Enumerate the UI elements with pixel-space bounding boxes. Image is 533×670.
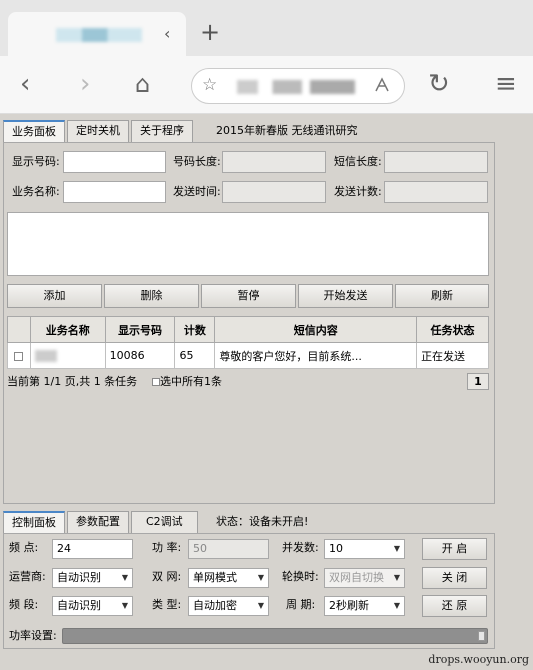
browser-toolbar: ‹ › ⌂ ☆ ↻ ≡	[0, 56, 533, 114]
browser-tab[interactable]: ‹	[8, 12, 186, 56]
switch-time-label: 轮换时:	[282, 570, 319, 583]
sms-length-label: 短信长度:	[334, 155, 382, 168]
cell-display-number: 10086	[104, 342, 176, 369]
new-tab-icon[interactable]: +	[200, 18, 220, 46]
send-count-field	[384, 181, 488, 203]
dropdown-arrow-icon: ▼	[257, 573, 264, 582]
bottom-tabs: 控制面板 参数配置 C2调试	[3, 511, 200, 533]
operator-label: 运营商:	[9, 570, 46, 583]
open-button[interactable]: 开 启	[422, 538, 487, 560]
url-text-blurred	[237, 80, 355, 94]
tab-control-panel[interactable]: 控制面板	[3, 511, 65, 533]
concurrency-label: 并发数:	[282, 541, 319, 554]
dropdown-arrow-icon: ▼	[121, 573, 128, 582]
number-length-label: 号码长度:	[173, 155, 221, 168]
tab-c2-debug[interactable]: C2调试	[131, 511, 198, 533]
start-send-button[interactable]: 开始发送	[298, 284, 393, 308]
cell-task-status: 正在发送	[416, 342, 489, 369]
select-all-label: 选中所有1条	[160, 375, 222, 388]
band-label: 频 段:	[9, 598, 39, 611]
power-setting-label: 功率设置:	[9, 629, 57, 642]
col-header-sms-content: 短信内容	[214, 316, 418, 343]
display-number-input[interactable]	[63, 151, 166, 173]
row-checkbox[interactable]	[14, 351, 24, 361]
col-header-task-status: 任务状态	[416, 316, 489, 343]
forward-icon[interactable]: ›	[80, 70, 90, 98]
sms-length-field	[384, 151, 488, 173]
tab-close-icon[interactable]: ‹	[164, 24, 170, 43]
app-title: 2015年新春版 无线通讯研究	[216, 124, 358, 137]
dropdown-arrow-icon: ▼	[393, 573, 400, 582]
cell-service-name	[29, 342, 106, 369]
home-icon[interactable]: ⌂	[135, 70, 150, 98]
top-tabs: 业务面板 定时关机 关于程序	[3, 120, 195, 142]
power-label: 功 率:	[152, 541, 182, 554]
period-dropdown[interactable]: 2秒刷新 ▼	[324, 596, 405, 616]
watermark: drops.wooyun.org	[428, 653, 529, 666]
col-header-check	[7, 316, 31, 343]
band-dropdown[interactable]: 自动识别 ▼	[52, 596, 133, 616]
power-slider[interactable]	[62, 628, 488, 644]
browser-tabstrip: ‹ +	[0, 0, 533, 56]
close-button[interactable]: 关 闭	[422, 567, 487, 589]
pause-button[interactable]: 暂停	[201, 284, 296, 308]
switch-time-dropdown[interactable]: 双网自切换 ▼	[324, 568, 405, 588]
service-name-input[interactable]	[63, 181, 166, 203]
col-header-display-number: 显示号码	[104, 316, 176, 343]
blurred-name	[34, 350, 57, 362]
refresh-button[interactable]: 刷新	[395, 284, 489, 308]
tab-param-config[interactable]: 参数配置	[67, 511, 129, 533]
dropdown-arrow-icon: ▼	[393, 544, 400, 553]
type-dropdown[interactable]: 自动加密 ▼	[188, 596, 269, 616]
cell-count: 65	[174, 342, 216, 369]
device-status: 状态：设备未开启!	[216, 515, 309, 528]
sms-content-textarea[interactable]	[7, 212, 489, 276]
concurrency-dropdown[interactable]: 10 ▼	[324, 539, 405, 559]
reader-icon[interactable]	[372, 75, 392, 99]
restore-button[interactable]: 还 原	[422, 595, 487, 617]
tab-business-panel[interactable]: 业务面板	[3, 120, 65, 142]
number-length-field	[222, 151, 326, 173]
task-table: 业务名称 显示号码 计数 短信内容 任务状态 10086 65 尊敬的客户您好，…	[7, 316, 489, 369]
table-header-row: 业务名称 显示号码 计数 短信内容 任务状态	[7, 316, 489, 343]
network-dropdown[interactable]: 单网模式 ▼	[188, 568, 269, 588]
send-time-label: 发送时间:	[173, 185, 221, 198]
operator-dropdown[interactable]: 自动识别 ▼	[52, 568, 133, 588]
cell-sms-content: 尊敬的客户您好，目前系统...	[214, 342, 418, 369]
back-icon[interactable]: ‹	[20, 70, 30, 98]
tab-title-blurred	[56, 28, 142, 42]
dropdown-arrow-icon: ▼	[121, 601, 128, 610]
service-name-label: 业务名称:	[12, 185, 60, 198]
col-header-service-name: 业务名称	[29, 316, 106, 343]
send-time-field	[222, 181, 326, 203]
tab-scheduled-shutdown[interactable]: 定时关机	[67, 120, 129, 142]
menu-icon[interactable]: ≡	[495, 70, 517, 98]
url-bar[interactable]: ☆	[191, 68, 405, 104]
reload-icon[interactable]: ↻	[428, 70, 450, 98]
pager-text: 当前第 1/1 页,共 1 条任务	[7, 375, 138, 388]
dropdown-arrow-icon: ▼	[257, 601, 264, 610]
add-button[interactable]: 添加	[7, 284, 102, 308]
app-window: 业务面板 定时关机 关于程序 2015年新春版 无线通讯研究 显示号码: 号码长…	[0, 114, 533, 670]
power-field: 50	[188, 539, 269, 559]
dropdown-arrow-icon: ▼	[393, 601, 400, 610]
select-all-box[interactable]	[152, 378, 160, 386]
period-label: 周 期:	[286, 598, 316, 611]
send-count-label: 发送计数:	[334, 185, 382, 198]
select-all-checkbox[interactable]: 选中所有1条	[152, 374, 222, 390]
network-label: 双 网:	[152, 570, 182, 583]
type-label: 类 型:	[152, 598, 182, 611]
star-icon[interactable]: ☆	[202, 75, 217, 95]
tab-about[interactable]: 关于程序	[131, 120, 193, 142]
freq-label: 频 点:	[9, 541, 39, 554]
page-number[interactable]: 1	[467, 373, 489, 390]
row-checkbox-cell[interactable]	[7, 342, 31, 369]
col-header-count: 计数	[174, 316, 216, 343]
freq-input[interactable]: 24	[52, 539, 133, 559]
display-number-label: 显示号码:	[12, 155, 60, 168]
slider-thumb[interactable]	[478, 631, 485, 641]
delete-button[interactable]: 删除	[104, 284, 199, 308]
table-row[interactable]: 10086 65 尊敬的客户您好，目前系统... 正在发送	[7, 342, 489, 369]
